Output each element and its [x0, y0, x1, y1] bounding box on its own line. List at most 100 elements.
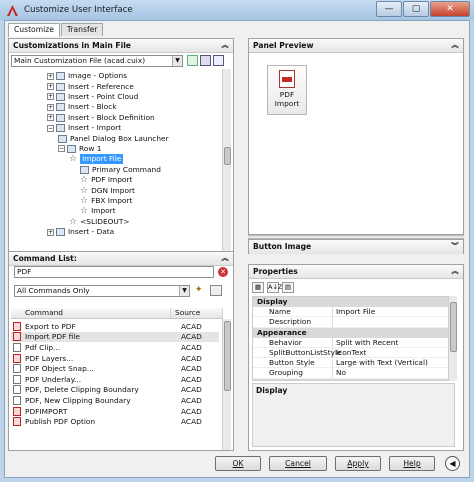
tree-node[interactable]: − Insert - Import	[47, 123, 121, 133]
save-icon[interactable]	[200, 55, 211, 66]
command-row[interactable]: PDFIMPORT ACAD	[11, 406, 219, 417]
display-filters-icon[interactable]	[213, 55, 224, 66]
collapse-chevron-icon[interactable]: ︽	[450, 267, 460, 277]
property-category[interactable]: Display	[253, 297, 449, 308]
clear-search-icon[interactable]: ✕	[218, 267, 228, 277]
new-command-icon[interactable]: ✦	[195, 285, 206, 296]
expand-icon[interactable]: +	[47, 114, 54, 122]
collapse-chevron-icon[interactable]: ︽	[450, 41, 460, 51]
ok-button[interactable]: OK	[215, 456, 261, 471]
expand-icon[interactable]: +	[47, 103, 54, 111]
category-label: Access	[253, 379, 449, 380]
load-file-icon[interactable]	[187, 55, 198, 66]
column-command[interactable]: Command	[11, 308, 171, 318]
tree-node[interactable]: + Insert - Data	[47, 227, 114, 237]
command-list-scrollbar[interactable]	[222, 319, 231, 450]
expand-icon[interactable]: +	[47, 93, 54, 101]
category-label: Display	[257, 297, 288, 306]
pdf-import-preview-button[interactable]: PDF Import	[267, 65, 307, 115]
properties-scrollbar[interactable]	[448, 296, 457, 381]
command-name: Export to PDF	[25, 321, 76, 331]
expand-chevron-icon[interactable]: ︾	[450, 242, 460, 252]
tree-node[interactable]: + Insert - Block	[47, 102, 117, 112]
tree-node[interactable]: ☆ PDF Import	[80, 175, 132, 185]
property-value[interactable]: IconText	[333, 348, 449, 359]
property-pages-icon[interactable]: ▤	[282, 282, 294, 293]
property-row[interactable]: Grouping No	[253, 368, 449, 379]
tree-node[interactable]: + Insert - Point Cloud	[47, 92, 138, 102]
command-star-icon: ☆	[80, 185, 89, 196]
property-row[interactable]: Behavior Split with Recent	[253, 337, 449, 348]
command-row[interactable]: PDF, Delete Clipping Boundary ACAD	[11, 385, 219, 396]
command-row[interactable]: PDF Layers... ACAD	[11, 353, 219, 364]
tree-scroll-thumb[interactable]	[224, 147, 231, 165]
column-source[interactable]: Source	[171, 308, 223, 318]
property-value[interactable]	[333, 317, 449, 328]
command-source: ACAD	[181, 417, 202, 427]
collapse-chevron-icon[interactable]: ︽	[220, 41, 230, 51]
command-row[interactable]: Import PDF file ACAD	[11, 331, 219, 343]
tree-node[interactable]: ☆ DGN Import	[80, 185, 135, 196]
expand-icon[interactable]: +	[47, 72, 54, 80]
command-row[interactable]: PDF, New Clipping Boundary ACAD	[11, 395, 219, 406]
property-row[interactable]: Button Style Large with Text (Vertical)	[253, 358, 449, 369]
command-row[interactable]: Export to PDF ACAD	[11, 321, 219, 332]
property-row[interactable]: Name Import File	[253, 307, 449, 318]
apply-button-label: Apply	[347, 459, 369, 468]
customization-file-select[interactable]: Main Customization File (acad.cuix) ▼	[11, 55, 183, 67]
tab-transfer[interactable]: Transfer	[60, 23, 104, 36]
minimize-button[interactable]: —	[376, 1, 402, 17]
tree-node[interactable]: Panel Dialog Box Launcher	[58, 133, 169, 143]
window-title: Customize User Interface	[24, 5, 133, 15]
tree-scrollbar[interactable]	[222, 69, 231, 259]
tree-node[interactable]: ☆ <SLIDEOUT>	[69, 217, 130, 227]
property-category[interactable]: Appearance	[253, 327, 449, 338]
property-value[interactable]: Large with Text (Vertical)	[333, 358, 449, 369]
command-filter-select[interactable]: All Commands Only ▼	[14, 285, 190, 297]
tab-customize[interactable]: Customize	[8, 23, 60, 37]
property-row[interactable]: Description	[253, 317, 449, 328]
property-value[interactable]: Import File	[333, 307, 449, 318]
tree-node[interactable]: ☆ Import File	[69, 154, 124, 165]
tree-node[interactable]: + Image - Options	[47, 71, 127, 81]
command-row[interactable]: Pdf Clip... ACAD	[11, 342, 219, 353]
command-row[interactable]: PDF Underlay... ACAD	[11, 374, 219, 385]
sort-alphabetical-icon[interactable]: A↓Z	[267, 282, 282, 293]
panel-node-icon	[56, 82, 65, 91]
tree-node[interactable]: − Row 1	[58, 144, 101, 154]
tree-node[interactable]: + Insert - Block Definition	[47, 113, 155, 123]
pdf-file-icon	[13, 321, 21, 331]
customization-tree[interactable]: + Image - Options + Insert - Reference + Inse…	[11, 69, 221, 259]
tree-node[interactable]: ☆ Import	[80, 206, 116, 216]
command-search-input[interactable]: PDF	[14, 266, 214, 278]
command-scroll-thumb[interactable]	[224, 321, 231, 391]
property-category[interactable]: Access	[253, 378, 449, 380]
property-name: Button Style	[253, 358, 333, 369]
command-row[interactable]: Publish PDF Option ACAD	[11, 416, 219, 427]
help-button[interactable]: Help	[389, 456, 435, 471]
expand-icon[interactable]: +	[47, 83, 54, 91]
tree-node[interactable]: ☆ FBX Import	[80, 196, 132, 206]
properties-scroll-thumb[interactable]	[450, 302, 457, 352]
tree-node[interactable]: + Insert - Reference	[47, 81, 134, 91]
cancel-button[interactable]: Cancel	[269, 456, 327, 471]
panel-node-icon	[58, 134, 67, 143]
property-row[interactable]: SplitButtonListStyle IconText	[253, 348, 449, 359]
property-value[interactable]: No	[333, 368, 449, 379]
categorized-view-icon[interactable]: ▦	[252, 282, 264, 293]
command-name: PDF Underlay...	[25, 374, 82, 384]
maximize-button[interactable]: ▢	[403, 1, 429, 17]
collapse-chevron-icon[interactable]: ︽	[220, 254, 230, 264]
close-button[interactable]: ✕	[430, 1, 470, 17]
property-grid[interactable]: Display Name Import File Description Appeara…	[252, 296, 455, 381]
collapse-icon[interactable]: −	[58, 145, 65, 153]
tree-node-label: Row 1	[79, 143, 102, 153]
collapse-dialog-icon[interactable]: ◀	[445, 456, 460, 471]
property-value[interactable]: Split with Recent	[333, 338, 449, 348]
filter-settings-icon[interactable]	[210, 285, 222, 296]
tree-node[interactable]: Primary Command	[80, 165, 161, 175]
collapse-icon[interactable]: −	[47, 124, 54, 132]
expand-icon[interactable]: +	[47, 228, 54, 236]
command-row[interactable]: PDF Object Snap... ACAD	[11, 363, 219, 374]
apply-button[interactable]: Apply	[335, 456, 381, 471]
